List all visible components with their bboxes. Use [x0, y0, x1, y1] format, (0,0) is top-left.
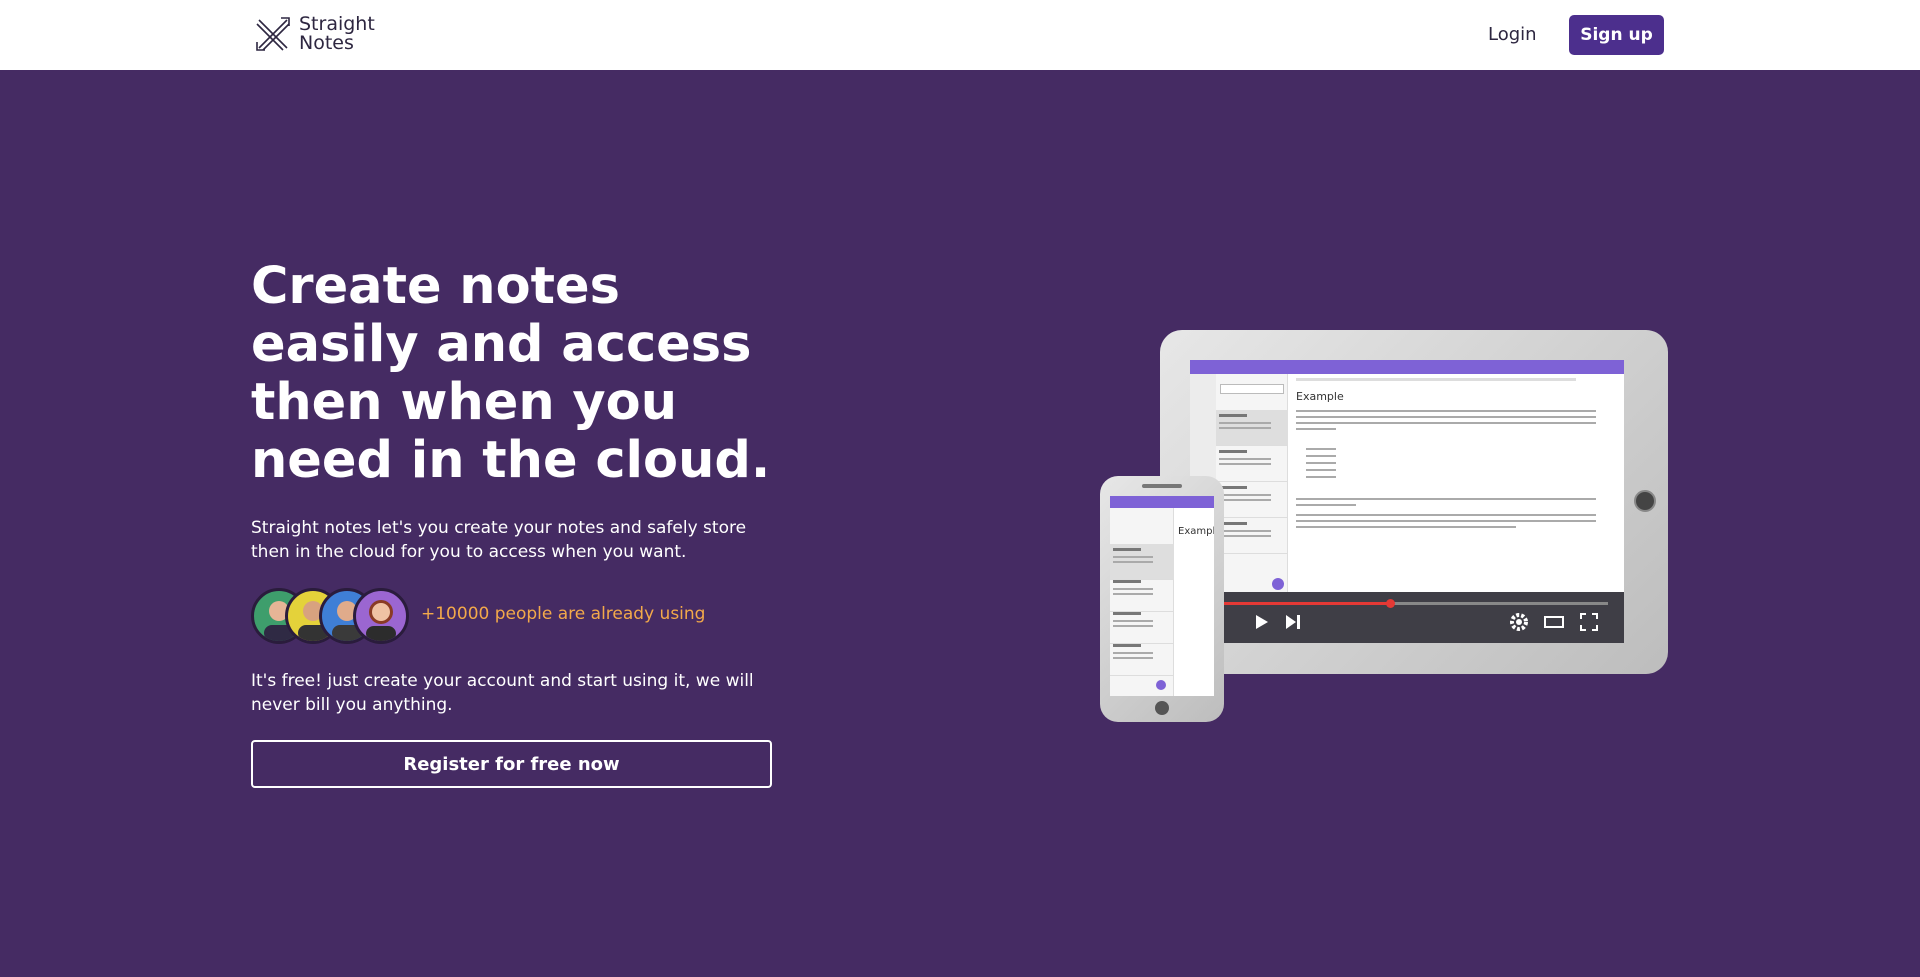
doc-bullet: [1306, 455, 1336, 457]
theater-mode-icon[interactable]: [1542, 611, 1566, 633]
doc-text-line: [1296, 422, 1596, 424]
doc-title: Example: [1178, 526, 1214, 537]
phone-mockup: Example: [1100, 476, 1224, 722]
list-item: [1110, 640, 1174, 676]
progress-bar[interactable]: [1218, 599, 1608, 608]
app-bar: [1190, 360, 1624, 374]
doc-text-line: [1296, 520, 1596, 522]
doc-text-line: [1296, 514, 1596, 516]
add-note-icon: [1272, 578, 1284, 590]
notes-list: [1110, 508, 1174, 696]
hero-description: Straight notes let's you create your not…: [251, 518, 747, 562]
logo[interactable]: Straight Notes: [253, 14, 375, 54]
signup-button[interactable]: Sign up: [1569, 15, 1664, 55]
avatar: [353, 588, 409, 644]
settings-icon[interactable]: [1508, 611, 1530, 633]
editor-toolbar: [1296, 378, 1576, 381]
doc-title: Example: [1296, 390, 1344, 403]
doc-bullet: [1306, 476, 1336, 478]
tablet-screen: Example: [1190, 360, 1624, 643]
straight-notes-logo-icon: [256, 17, 290, 51]
phone-home-button: [1155, 701, 1169, 715]
doc-text-line: [1296, 526, 1516, 528]
tablet-button: [1634, 490, 1656, 512]
doc-text-line: [1296, 498, 1596, 500]
list-item: [1110, 576, 1174, 612]
skip-next-icon[interactable]: [1282, 611, 1304, 633]
free-text: It's free! just create your account and …: [251, 671, 754, 715]
play-icon[interactable]: [1250, 611, 1272, 633]
search-icon: [1220, 384, 1284, 394]
register-button[interactable]: Register for free now: [251, 740, 772, 788]
hero-title: Create notes easily and access then when…: [251, 257, 771, 490]
top-navbar: Straight Notes Login Sign up: [0, 0, 1920, 70]
doc-bullet: [1306, 448, 1336, 450]
logo-line-2: Notes: [299, 32, 354, 54]
add-note-icon: [1156, 680, 1166, 690]
tablet-mockup: Example: [1160, 330, 1668, 674]
fullscreen-icon[interactable]: [1578, 611, 1600, 633]
list-item: [1216, 446, 1288, 482]
logo-text: Straight Notes: [299, 15, 375, 53]
doc-text-line: [1296, 410, 1596, 412]
list-item: [1216, 518, 1288, 554]
list-item: [1110, 608, 1174, 644]
doc-bullet: [1306, 462, 1336, 464]
app-bar: [1110, 496, 1214, 508]
doc-bullet: [1306, 469, 1336, 471]
list-item: [1216, 482, 1288, 518]
phone-speaker: [1142, 484, 1182, 488]
doc-text-line: [1296, 428, 1336, 430]
device-mockup: Example Examp: [1095, 328, 1670, 728]
doc-text-line: [1296, 416, 1596, 418]
list-item: [1110, 544, 1174, 580]
login-link[interactable]: Login: [1482, 22, 1543, 47]
phone-screen: Example: [1110, 496, 1214, 696]
users-count-text: +10000 people are already using: [421, 604, 706, 624]
list-item: [1216, 410, 1288, 446]
video-player-controls: [1190, 592, 1624, 643]
doc-text-line: [1296, 504, 1356, 506]
user-avatars: [251, 588, 411, 644]
progress-knob[interactable]: [1385, 599, 1395, 608]
